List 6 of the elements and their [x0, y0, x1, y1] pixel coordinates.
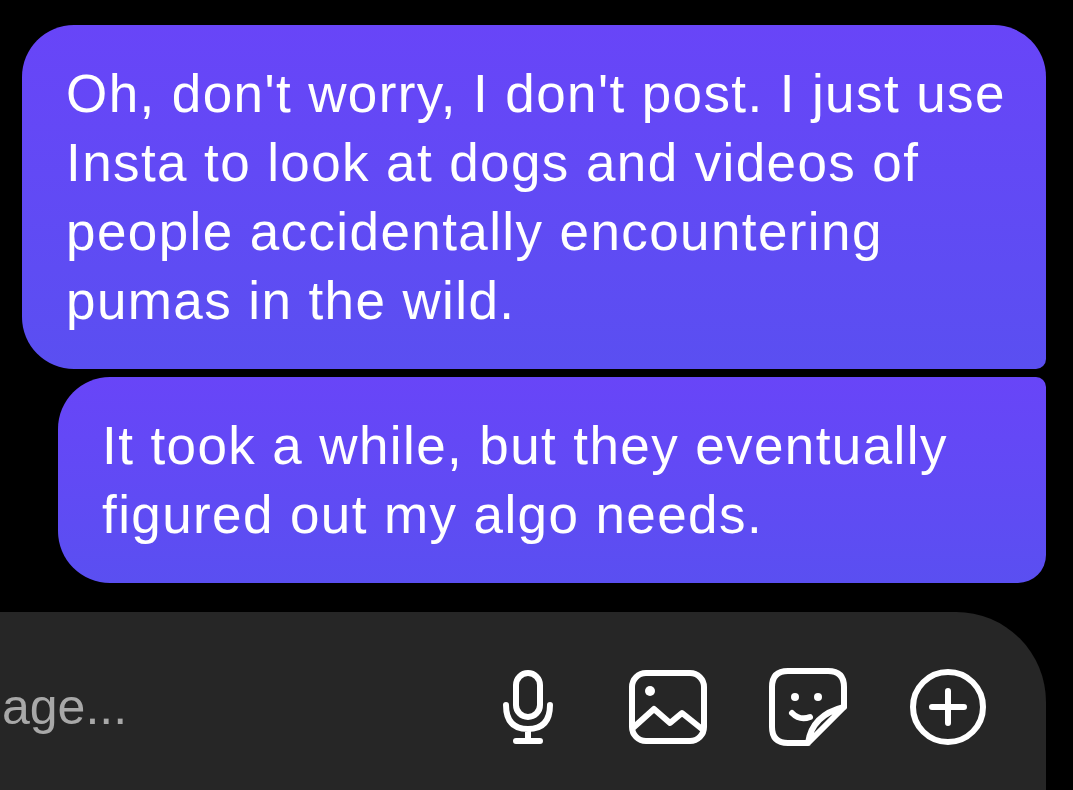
message-input[interactable]: age...	[0, 662, 432, 752]
add-icon[interactable]	[908, 667, 988, 747]
image-icon[interactable]	[628, 667, 708, 747]
message-bubble: It took a while, but they eventually figured out my algo needs.	[58, 377, 1046, 583]
sticker-icon[interactable]	[768, 667, 848, 747]
message-bubble: Oh, don't worry, I don't post. I just use Insta to look at dogs and videos of people accidentally encountering pumas in the wild.	[22, 25, 1046, 369]
